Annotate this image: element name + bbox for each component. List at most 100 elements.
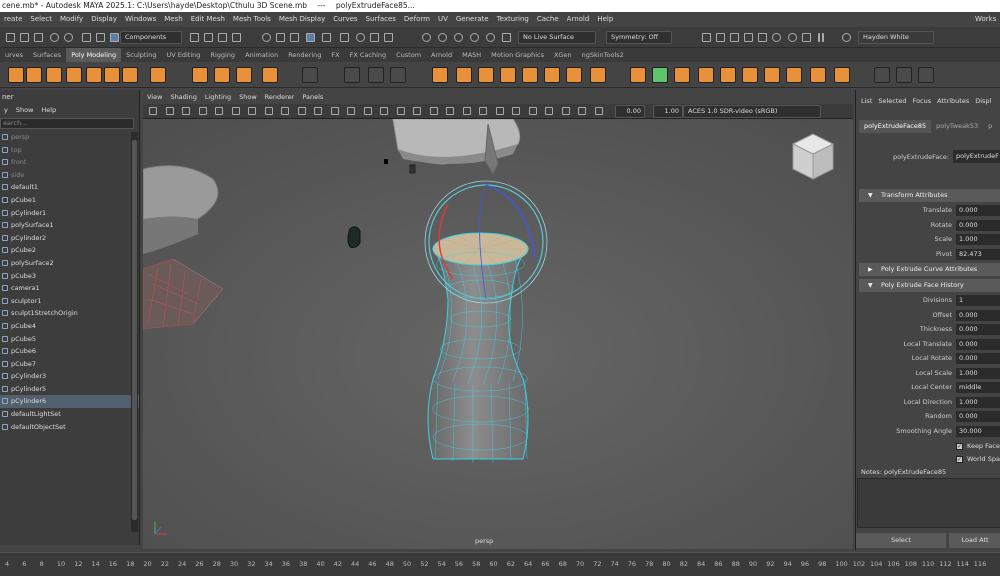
- select-camera-icon[interactable]: [149, 107, 157, 115]
- menu-15[interactable]: Cache: [537, 15, 559, 23]
- mirror-icon[interactable]: [500, 67, 516, 83]
- viewport-menu-0[interactable]: View: [147, 93, 162, 101]
- select-button[interactable]: Select: [856, 533, 946, 548]
- separate-icon[interactable]: [456, 67, 472, 83]
- outliner-item[interactable]: sculpt1StretchOrigin: [0, 307, 139, 320]
- checkbox[interactable]: ✓: [956, 443, 963, 450]
- cylinder-icon[interactable]: [46, 67, 62, 83]
- lights-icon[interactable]: [413, 107, 421, 115]
- anti-alias-icon[interactable]: [462, 107, 471, 115]
- arnold-render-icon[interactable]: [486, 33, 495, 42]
- uv-mask-icon[interactable]: [232, 33, 241, 42]
- viewport-menu-2[interactable]: Lighting: [205, 93, 231, 101]
- outliner-scrollbar[interactable]: [131, 132, 138, 532]
- xgen-icon[interactable]: [788, 33, 797, 42]
- outliner-item[interactable]: pCube7: [0, 358, 139, 371]
- new-scene-icon[interactable]: [6, 33, 15, 42]
- paint-icon[interactable]: [874, 67, 890, 83]
- menu-3[interactable]: Display: [91, 15, 117, 23]
- shelf-tab-1[interactable]: Surfaces: [28, 48, 66, 62]
- attribute-value-field[interactable]: 1.000: [956, 234, 1000, 245]
- node-tab-1[interactable]: polyTweak53: [931, 120, 983, 133]
- section-face-history[interactable]: ▼ Poly Extrude Face History: [859, 279, 1000, 292]
- tool-settings-icon[interactable]: [744, 33, 753, 42]
- magnet-icon[interactable]: [340, 33, 349, 42]
- smooth-proxy-icon[interactable]: [478, 67, 494, 83]
- edge-loop-icon[interactable]: [834, 67, 850, 83]
- user-dropdown[interactable]: Hayden White: [858, 31, 934, 44]
- svg-icon[interactable]: [236, 67, 252, 83]
- combine-icon[interactable]: [432, 67, 448, 83]
- torus-icon[interactable]: [86, 67, 102, 83]
- outliner-item[interactable]: default1: [0, 181, 139, 194]
- redo-icon[interactable]: [64, 33, 73, 42]
- menu-17[interactable]: Help: [597, 15, 613, 23]
- modeling-toolkit-icon[interactable]: [758, 33, 767, 42]
- wireframe-icon[interactable]: [347, 107, 355, 115]
- menu-0[interactable]: reate: [4, 15, 22, 23]
- shelf-tab-5[interactable]: Rigging: [205, 48, 240, 62]
- live-surface-icon[interactable]: [502, 33, 511, 42]
- outliner-item[interactable]: defaultLightSet: [0, 408, 139, 421]
- quad-draw-icon[interactable]: [810, 67, 826, 83]
- x-ray-icon[interactable]: [512, 107, 520, 115]
- outliner-item[interactable]: side: [0, 169, 139, 182]
- outliner-item[interactable]: sculptor1: [0, 295, 139, 308]
- color-manage-icon[interactable]: [594, 107, 603, 115]
- shelf-tab-13[interactable]: Motion Graphics: [486, 48, 549, 62]
- viewport-menu-5[interactable]: Panels: [302, 93, 323, 101]
- menu-2[interactable]: Modify: [60, 15, 83, 23]
- attr-menu-3[interactable]: Attributes: [937, 97, 969, 105]
- grid-icon[interactable]: [302, 67, 318, 83]
- hypershade-icon[interactable]: [470, 33, 479, 42]
- super-shape-icon[interactable]: [150, 67, 166, 83]
- outliner-item[interactable]: front: [0, 156, 139, 169]
- outliner-item[interactable]: top: [0, 144, 139, 157]
- attr-menu-0[interactable]: List: [861, 97, 872, 105]
- attr-menu-2[interactable]: Focus: [913, 97, 932, 105]
- film-gate-icon[interactable]: [264, 107, 273, 115]
- outliner-item[interactable]: pCylinder5: [0, 383, 139, 396]
- menu-8[interactable]: Mesh Display: [279, 15, 325, 23]
- shelf-tab-14[interactable]: XGen: [549, 48, 577, 62]
- camera-attributes-icon[interactable]: [165, 107, 174, 115]
- poly-count-icon[interactable]: [262, 67, 278, 83]
- channel-box-icon[interactable]: [716, 33, 725, 42]
- menu-16[interactable]: Arnold: [567, 15, 590, 23]
- remesh-icon[interactable]: [544, 67, 560, 83]
- outliner-item[interactable]: pCylinder3: [0, 370, 139, 383]
- unite-icon[interactable]: [590, 67, 606, 83]
- help-query-icon[interactable]: [356, 33, 365, 42]
- shelf-tab-8[interactable]: FX: [326, 48, 344, 62]
- node-tab-0[interactable]: polyExtrudeFace85: [859, 120, 932, 133]
- checkbox[interactable]: ✓: [956, 456, 963, 463]
- selection-mode-dropdown[interactable]: Components: [120, 31, 182, 44]
- attribute-value-field[interactable]: 0.000: [956, 309, 1000, 321]
- plane-icon[interactable]: [104, 67, 120, 83]
- menu-4[interactable]: Windows: [125, 15, 156, 23]
- open-scene-icon[interactable]: [20, 33, 29, 42]
- gamma-field[interactable]: 1.00: [653, 105, 683, 118]
- snap-view-icon[interactable]: [306, 33, 315, 42]
- pause-icon[interactable]: [818, 33, 824, 42]
- wireframe-on-shaded-icon[interactable]: [380, 107, 388, 115]
- viewport-menu-4[interactable]: Renderer: [265, 93, 295, 101]
- image-plane-icon[interactable]: [198, 107, 207, 115]
- outliner-item[interactable]: pCube1: [0, 194, 139, 207]
- menu-1[interactable]: Select: [30, 15, 52, 23]
- extrude-icon[interactable]: [652, 67, 668, 83]
- backface-icon[interactable]: [545, 107, 553, 115]
- shelf-tab-4[interactable]: UV Editing: [162, 48, 206, 62]
- field-chart-icon[interactable]: [314, 107, 322, 115]
- outliner-menu-0[interactable]: y: [4, 106, 8, 114]
- shelf-tab-12[interactable]: MASH: [457, 48, 486, 62]
- outliner-item[interactable]: pCube4: [0, 320, 139, 333]
- crease-icon[interactable]: [896, 67, 912, 83]
- menu-6[interactable]: Edit Mesh: [191, 15, 225, 23]
- select-by-object-icon[interactable]: [96, 33, 105, 42]
- grid-toggle-icon[interactable]: [248, 107, 256, 115]
- exposure-icon[interactable]: [561, 107, 570, 115]
- textured-icon[interactable]: [396, 107, 405, 115]
- attribute-value-field[interactable]: 0.000: [956, 338, 1000, 350]
- outliner-item[interactable]: persp: [0, 131, 139, 144]
